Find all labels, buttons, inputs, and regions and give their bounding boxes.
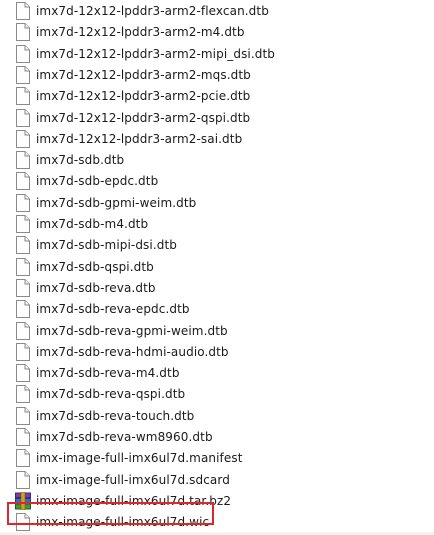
file-row[interactable]: imx7d-sdb-reva-hdmi-audio.dtb (0, 341, 430, 363)
file-icon (16, 65, 30, 84)
file-name: imx7d-12x12-lpddr3-arm2-sai.dtb (36, 131, 243, 146)
file-icon (16, 44, 30, 63)
file-icon (16, 449, 30, 468)
file-name: imx7d-sdb-qspi.dtb (36, 259, 154, 274)
file-name: imx7d-12x12-lpddr3-arm2-m4.dtb (36, 25, 245, 40)
file-name: imx7d-sdb-reva-m4.dtb (36, 366, 180, 381)
file-name: imx7d-sdb-gpmi-weim.dtb (36, 195, 197, 210)
file-name: imx7d-sdb-mipi-dsi.dtb (36, 238, 177, 253)
file-list: imx7d-12x12-lpddr3-arm2-flexcan.dtb imx7d… (0, 0, 434, 535)
file-name: imx7d-sdb-reva-hdmi-audio.dtb (36, 344, 229, 359)
file-name: imx7d-12x12-lpddr3-arm2-qspi.dtb (36, 110, 251, 125)
file-row[interactable]: imx7d-12x12-lpddr3-arm2-qspi.dtb (0, 107, 430, 129)
file-row[interactable]: imx7d-sdb-mipi-dsi.dtb (0, 234, 430, 256)
file-icon (16, 385, 30, 404)
file-name: imx-image-full-imx6ul7d.tar.bz2 (36, 493, 232, 508)
file-name: imx7d-12x12-lpddr3-arm2-mqs.dtb (36, 67, 251, 82)
file-row[interactable]: imx7d-sdb-reva.dtb (0, 277, 430, 299)
file-name: imx7d-sdb-reva-touch.dtb (36, 408, 195, 423)
file-icon (16, 257, 30, 276)
file-row[interactable]: imx7d-sdb-reva-wm8960.dtb (0, 426, 430, 448)
file-icon (16, 215, 30, 233)
file-icon (16, 172, 30, 191)
file-name: imx7d-12x12-lpddr3-arm2-pcie.dtb (36, 89, 251, 104)
file-row[interactable]: imx7d-sdb-epdc.dtb (0, 170, 430, 192)
file-row[interactable]: imx7d-sdb-reva-touch.dtb (0, 405, 430, 427)
file-row[interactable]: imx-image-full-imx6ul7d.manifest (0, 447, 430, 469)
file-name: imx7d-12x12-lpddr3-arm2-mipi_dsi.dtb (36, 46, 276, 61)
file-icon (16, 108, 30, 127)
file-row[interactable]: imx-image-full-imx6ul7d.sdcard (0, 469, 430, 491)
file-icon (16, 364, 30, 383)
file-name: imx7d-sdb-reva-wm8960.dtb (36, 430, 213, 444)
file-icon (16, 428, 30, 446)
file-name: imx7d-sdb-reva-epdc.dtb (36, 302, 190, 317)
file-name: imx-image-full-imx6ul7d.wic (36, 515, 210, 530)
file-name: imx7d-sdb-reva-qspi.dtb (36, 387, 186, 402)
file-icon (16, 129, 30, 148)
file-name: imx7d-sdb-reva.dtb (36, 280, 156, 295)
file-icon (16, 342, 30, 361)
file-row[interactable]: imx7d-12x12-lpddr3-arm2-mqs.dtb (0, 64, 430, 86)
file-name: imx7d-sdb.dtb (36, 153, 125, 168)
file-row[interactable]: imx7d-12x12-lpddr3-arm2-pcie.dtb (0, 85, 430, 107)
file-name: imx7d-sdb-epdc.dtb (36, 174, 159, 189)
file-icon (16, 193, 30, 212)
file-row[interactable]: imx-image-full-imx6ul7d.tar.bz2 (0, 490, 430, 512)
file-name: imx-image-full-imx6ul7d.manifest (36, 451, 243, 466)
file-row[interactable]: imx7d-sdb-m4.dtb (0, 213, 430, 235)
file-name: imx7d-sdb-m4.dtb (36, 217, 149, 231)
file-row[interactable]: imx7d-sdb-reva-epdc.dtb (0, 298, 430, 320)
file-name: imx7d-12x12-lpddr3-arm2-flexcan.dtb (36, 4, 269, 18)
archive-icon (15, 491, 31, 510)
file-icon (16, 2, 30, 20)
file-name: imx7d-sdb-reva-gpmi-weim.dtb (36, 323, 228, 338)
file-row[interactable]: imx7d-sdb-reva-gpmi-weim.dtb (0, 320, 430, 342)
file-icon (16, 278, 30, 297)
file-row[interactable]: imx7d-sdb-qspi.dtb (0, 256, 430, 278)
file-icon (16, 513, 30, 532)
file-row[interactable]: imx-image-full-imx6ul7d.wic (0, 511, 430, 533)
file-icon (16, 151, 30, 170)
file-row[interactable]: imx7d-sdb-gpmi-weim.dtb (0, 192, 430, 214)
file-row[interactable]: imx7d-12x12-lpddr3-arm2-mipi_dsi.dtb (0, 43, 430, 65)
file-icon (16, 470, 30, 489)
file-icon (16, 321, 30, 340)
file-row[interactable]: imx7d-sdb-reva-m4.dtb (0, 362, 430, 384)
file-icon (16, 300, 30, 319)
file-name: imx-image-full-imx6ul7d.sdcard (36, 472, 230, 487)
file-row[interactable]: imx7d-12x12-lpddr3-arm2-m4.dtb (0, 21, 430, 43)
file-row[interactable]: imx7d-sdb.dtb (0, 149, 430, 171)
file-row[interactable]: imx7d-sdb-reva-qspi.dtb (0, 383, 430, 405)
file-icon (16, 87, 30, 106)
file-row[interactable]: imx7d-12x12-lpddr3-arm2-sai.dtb (0, 128, 430, 150)
file-icon (16, 406, 30, 425)
file-icon (16, 23, 30, 42)
file-row[interactable]: imx7d-12x12-lpddr3-arm2-flexcan.dtb (0, 0, 430, 22)
file-icon (16, 236, 30, 255)
